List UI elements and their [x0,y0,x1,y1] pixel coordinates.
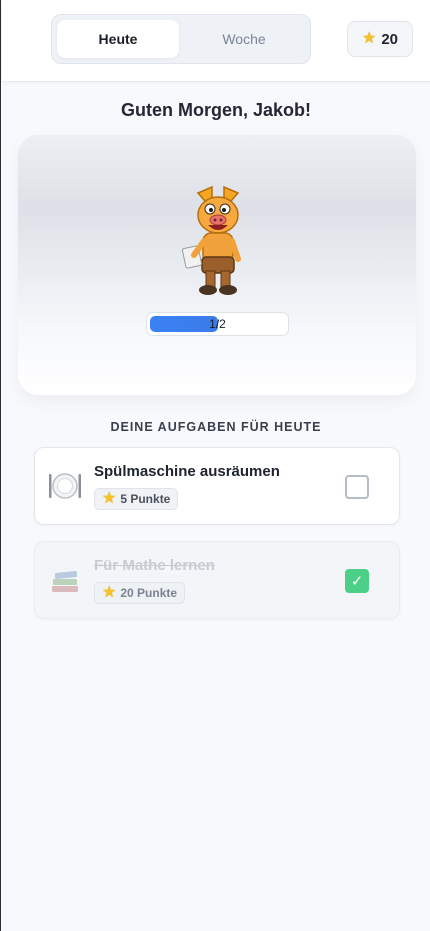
app-frame: Heute Woche ★ 20 Guten Morgen, Jakob! 1/… [0,0,430,931]
tab-heute[interactable]: Heute [57,20,179,58]
pig-mascot-icon [181,185,241,295]
points-count: 20 [381,30,399,48]
star-icon: ★ [361,30,377,47]
task-card[interactable]: Spülmaschine ausräumen ★ 5 Punkte [34,447,400,525]
greeting-title: Guten Morgen, Jakob! [120,100,311,120]
view-tabs: Heute Woche [51,14,311,64]
checkmark-icon: ✓ [350,573,364,590]
star-icon: ★ [102,584,117,601]
tab-woche[interactable]: Woche [183,20,305,58]
task-title: Spülmaschine ausräumen [94,463,280,480]
points-pill: ★ 20 Punkte [94,582,186,604]
points-pill-label: 5 Punkte [120,492,171,506]
points-pill-label: 20 Punkte [120,586,178,600]
plate-cutlery-icon [49,473,81,499]
top-bar: Heute Woche ★ 20 [2,0,430,82]
section-title: DEINE AUFGABEN FÜR HEUTE [110,420,322,434]
task-card[interactable]: Für Mathe lernen ★ 20 Punkte ✓ [34,541,400,619]
books-icon [52,570,78,592]
task-checkbox[interactable] [345,475,369,499]
mascot-card: 1/2 [18,135,416,395]
points-badge[interactable]: ★ 20 [347,21,413,57]
task-title: Für Mathe lernen [94,557,215,574]
task-checkbox-checked[interactable]: ✓ [345,569,369,593]
progress-label: 1/2 [209,317,226,331]
star-icon: ★ [102,490,117,507]
task-progress-bar: 1/2 [146,312,289,336]
points-pill: ★ 5 Punkte [94,488,179,510]
